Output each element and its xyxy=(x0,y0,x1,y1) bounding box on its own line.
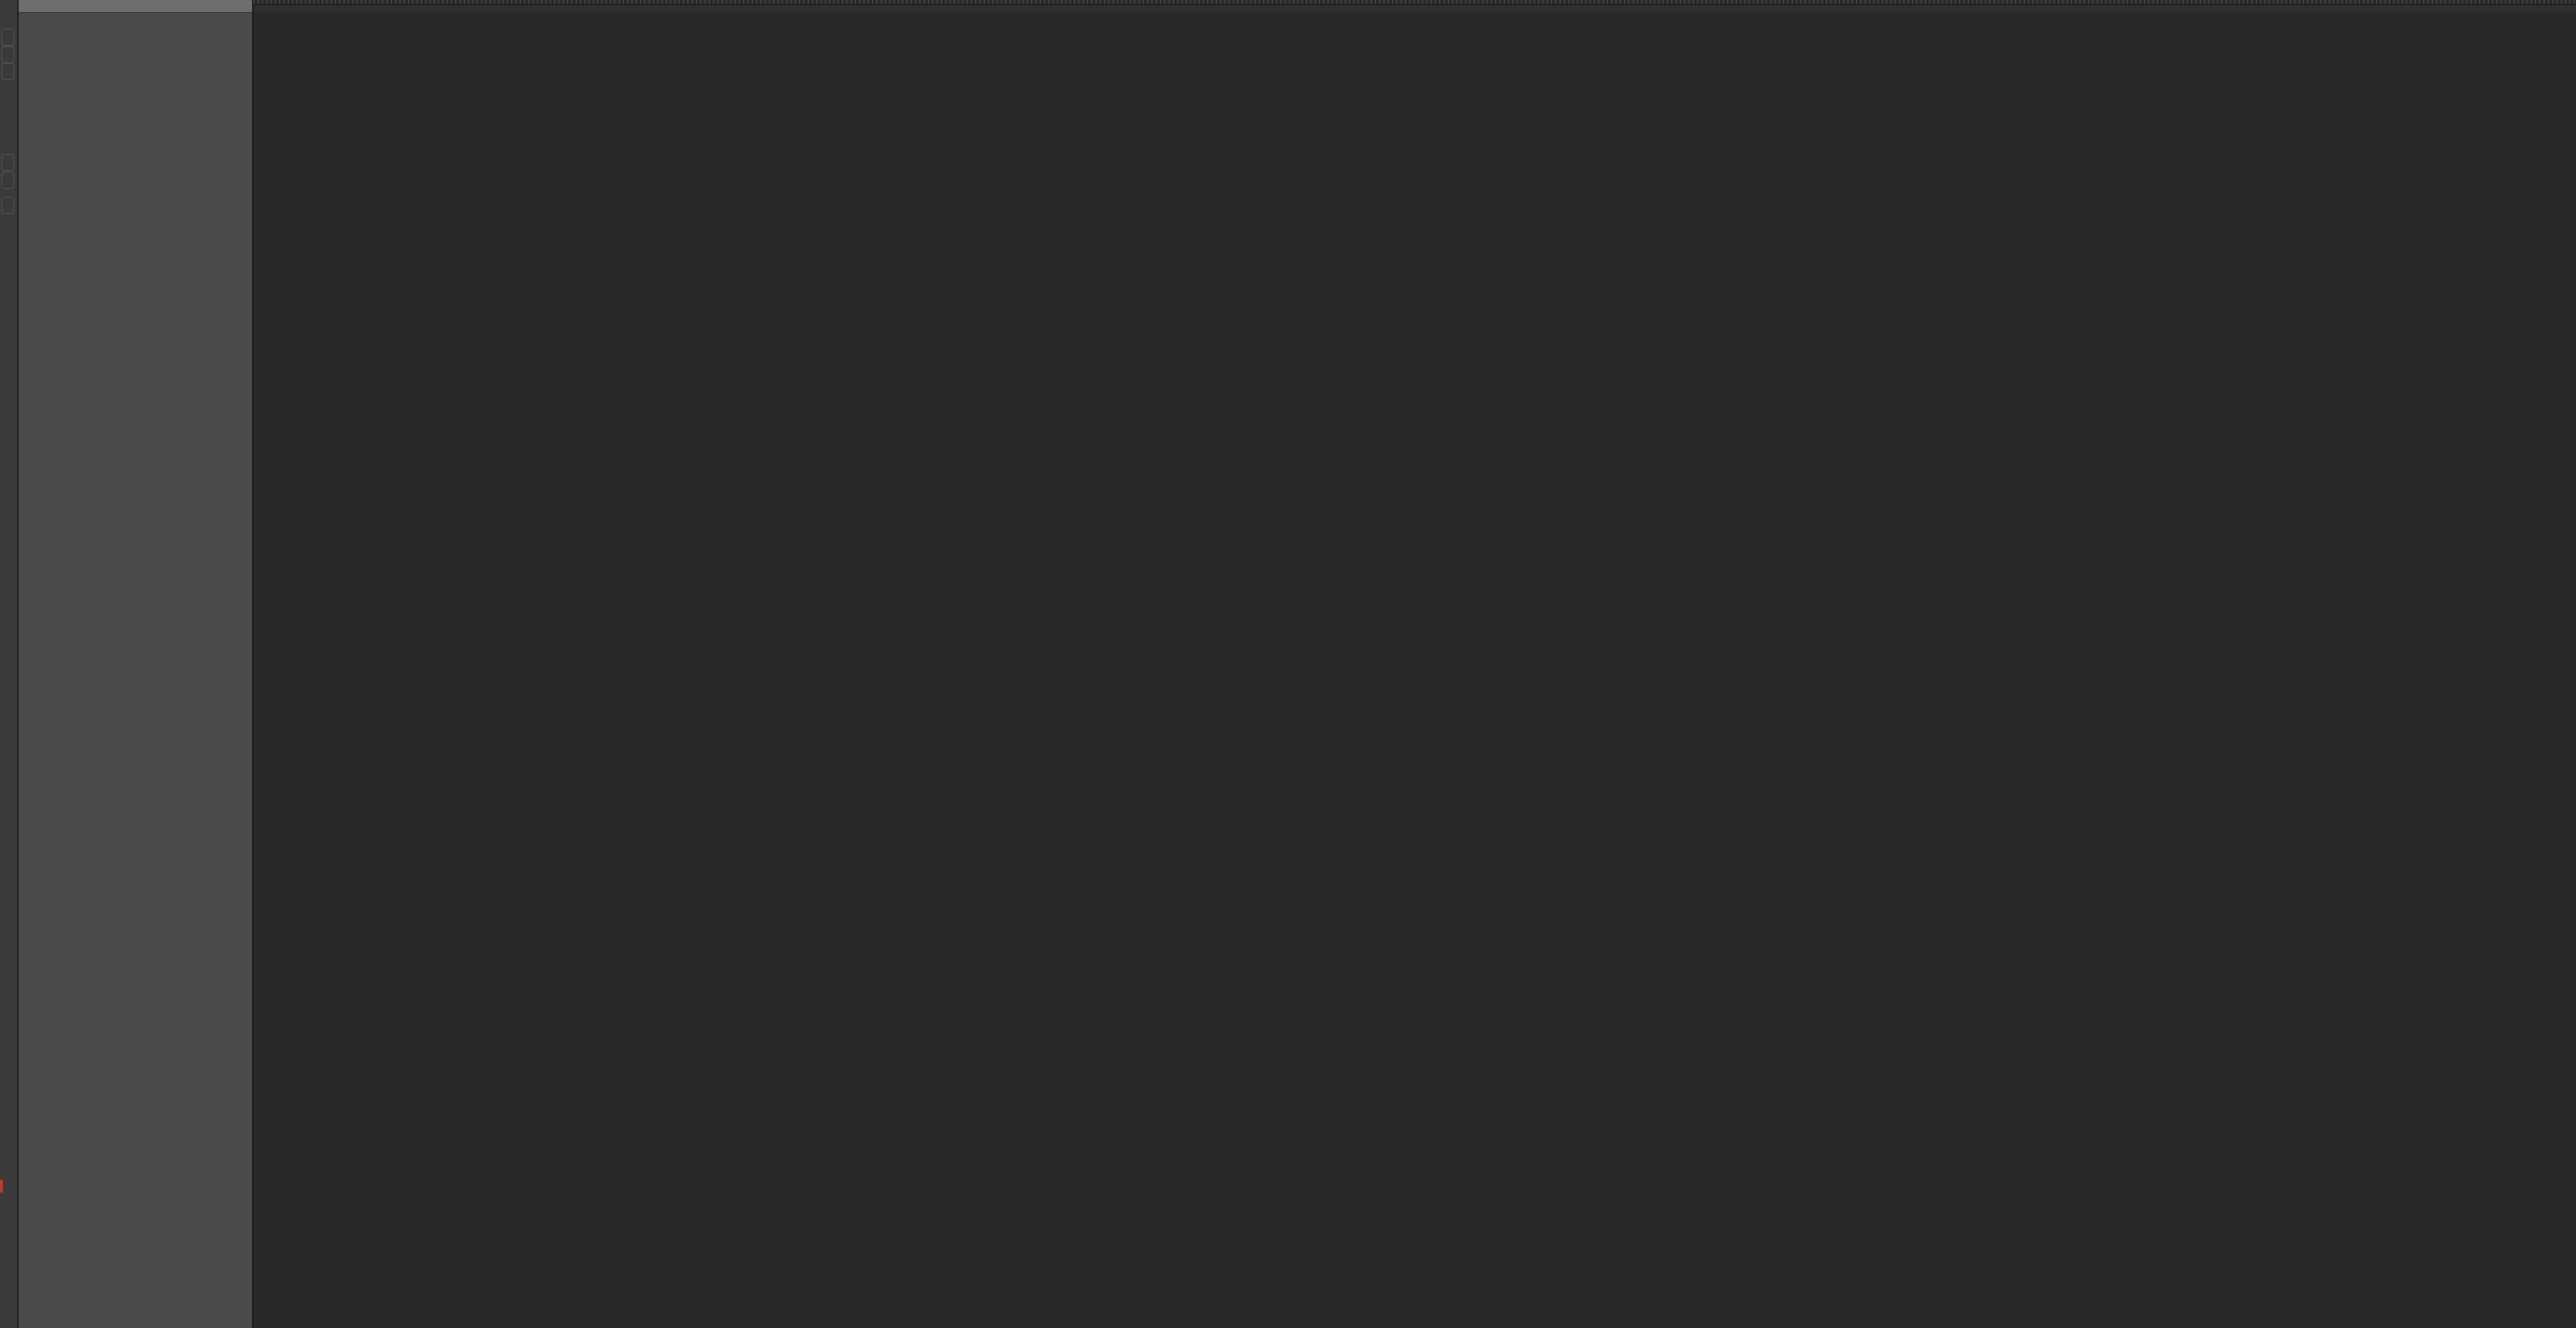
inspector-strip xyxy=(0,0,19,1328)
track-headers xyxy=(19,0,254,1328)
inspector-stepper[interactable] xyxy=(1,197,14,214)
inspector-stepper[interactable] xyxy=(1,172,14,189)
track-header-bar xyxy=(19,0,252,13)
inspector-stepper[interactable] xyxy=(1,63,14,80)
record-indicator xyxy=(0,1180,3,1193)
tracks-area[interactable] xyxy=(254,0,2576,1328)
inspector-stepper[interactable] xyxy=(1,154,14,171)
inspector-stepper[interactable] xyxy=(1,29,14,46)
ruler-secondary xyxy=(254,5,2576,12)
inspector-stepper[interactable] xyxy=(1,46,14,63)
